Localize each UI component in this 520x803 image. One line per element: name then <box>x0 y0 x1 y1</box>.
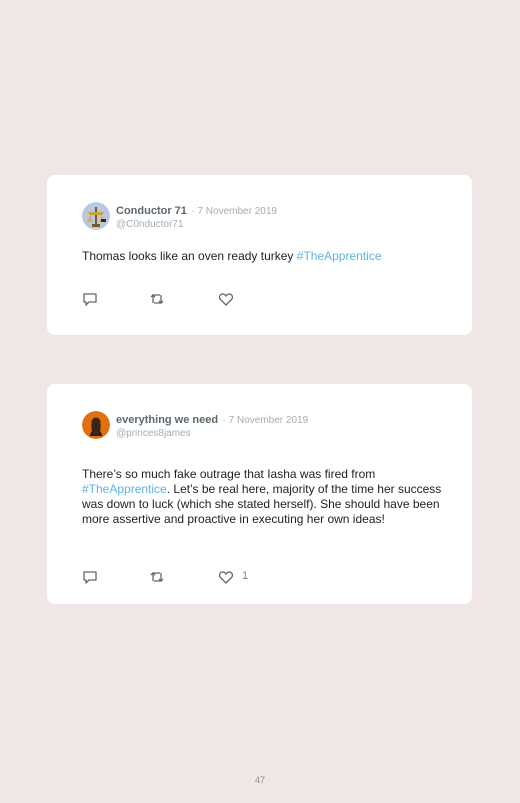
tweet-text-part: Thomas looks like an oven ready turkey <box>82 249 297 263</box>
tweet-actions: 1 <box>82 569 282 585</box>
avatar[interactable] <box>82 411 110 439</box>
hashtag-link[interactable]: #TheApprentice <box>82 482 167 496</box>
avatar[interactable] <box>82 202 110 230</box>
like-icon[interactable] <box>218 569 234 585</box>
author-handle[interactable]: @princes8james <box>116 427 308 440</box>
like-count: 1 <box>242 570 249 582</box>
author-handle[interactable]: @C0nductor71 <box>116 218 277 231</box>
hashtag-link[interactable]: #TheApprentice <box>297 249 382 263</box>
page-number: 47 <box>254 775 265 785</box>
retweet-icon[interactable] <box>149 569 165 585</box>
tweet-date: · 7 November 2019 <box>191 206 277 217</box>
reply-icon[interactable] <box>82 291 98 307</box>
tweet-text: There’s so much fake outrage that Iasha … <box>82 467 447 527</box>
author-name[interactable]: everything we need <box>116 414 218 426</box>
like-icon[interactable] <box>218 291 234 307</box>
tweet-text: Thomas looks like an oven ready turkey #… <box>82 249 447 264</box>
tweet-card: everything we need · 7 November 2019 @pr… <box>47 384 472 604</box>
tweet-header: Conductor 71 · 7 November 2019 @C0nducto… <box>116 203 277 231</box>
reply-icon[interactable] <box>82 569 98 585</box>
tweet-actions <box>82 291 282 307</box>
retweet-icon[interactable] <box>149 291 165 307</box>
tweet-header: everything we need · 7 November 2019 @pr… <box>116 412 308 440</box>
tweet-text-part: There’s so much fake outrage that Iasha … <box>82 467 376 481</box>
tweet-date: · 7 November 2019 <box>222 415 309 426</box>
tweet-card: Conductor 71 · 7 November 2019 @C0nducto… <box>47 175 472 335</box>
author-name[interactable]: Conductor 71 <box>116 205 187 217</box>
